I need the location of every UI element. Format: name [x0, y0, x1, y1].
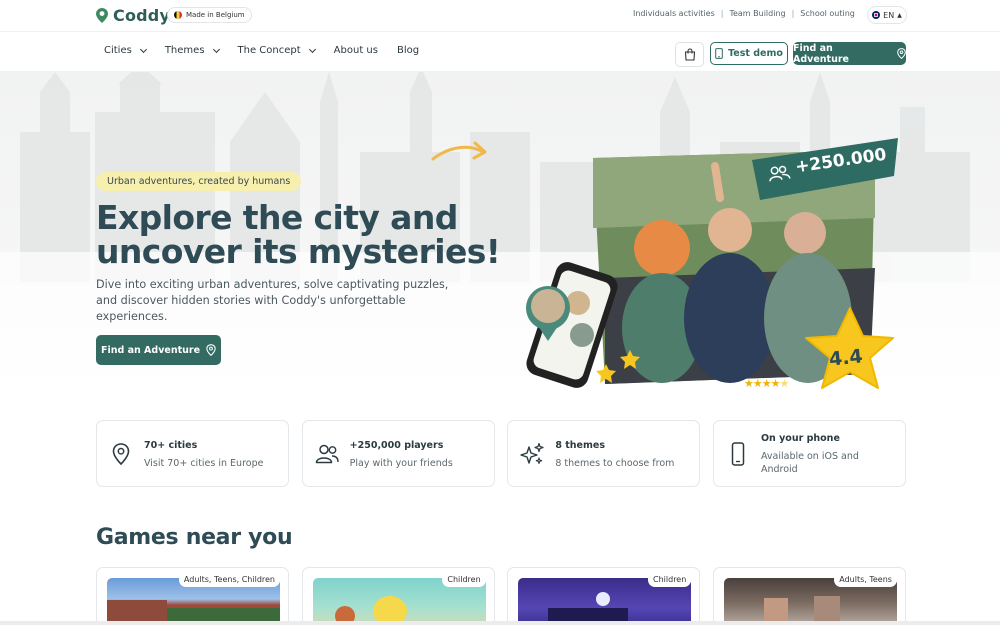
language-label: EN: [883, 10, 895, 20]
find-adventure-nav-button[interactable]: Find an Adventure: [793, 42, 906, 65]
chevron-down-icon: [212, 45, 220, 53]
location-pin-icon: [897, 48, 906, 59]
game-card[interactable]: Adults, Teens: [712, 567, 906, 625]
separator: |: [720, 9, 724, 18]
test-demo-button[interactable]: Test demo: [710, 42, 788, 65]
audience-tag: Adults, Teens: [834, 572, 897, 587]
page-bottom-edge: [0, 621, 1000, 625]
star-icon: ★: [752, 377, 763, 390]
hero-title-line2: uncover its mysteries!: [96, 232, 501, 271]
nav-item-cities[interactable]: Cities: [104, 45, 147, 56]
made-in-label: Made in Belgium: [186, 11, 245, 19]
find-adventure-hero-button[interactable]: Find an Adventure: [96, 335, 221, 365]
hero-subtitle: Dive into exciting urban adventures, sol…: [96, 278, 449, 323]
star-icon: ★: [744, 377, 754, 390]
feature-desc: 8 themes to choose from: [555, 458, 675, 469]
game-card[interactable]: Adults, Teens, Children: [96, 567, 289, 625]
location-pin-icon: [112, 443, 130, 466]
belgium-flag-icon: [174, 11, 182, 19]
toplink-school-outing[interactable]: School outing: [800, 9, 855, 18]
star-icon: ★: [770, 377, 781, 390]
test-demo-label: Test demo: [728, 48, 783, 59]
hero-cta-label: Find an Adventure: [100, 344, 201, 356]
audience-tag: Adults, Teens, Children: [178, 572, 280, 587]
audience-tag: Children: [442, 572, 486, 587]
location-pin-icon: [206, 344, 216, 356]
feature-card-themes: 8 themes 8 themes to choose from: [507, 420, 701, 487]
nav-item-label: Blog: [396, 45, 420, 56]
uk-flag-icon: [872, 11, 881, 19]
coddy-logo[interactable]: Coddy: [96, 5, 170, 25]
star-icon: ★: [761, 377, 772, 390]
game-card[interactable]: Children: [507, 567, 701, 625]
nav-item-label: Themes: [164, 45, 205, 56]
toplink-individuals[interactable]: Individuals activities: [633, 9, 715, 18]
phone-icon: [715, 48, 723, 59]
hero-tagline: Urban adventures, created by humans: [96, 172, 302, 191]
feature-title: 8 themes: [555, 440, 605, 451]
hero-section: +250.000 4.4 ★★★★★ Urban adventures, cre…: [0, 72, 1000, 412]
nav-item-label: Cities: [104, 45, 132, 56]
hero-title-line1: Explore the city and: [96, 198, 458, 237]
games-list: Adults, Teens, Children Children Childre…: [96, 567, 906, 625]
logo-pin-icon: [96, 7, 108, 23]
cart-button[interactable]: [675, 42, 704, 67]
rating-stars: ★★★★★: [744, 377, 790, 390]
rating-value: 4.4: [827, 345, 864, 371]
shopping-bag-icon: [684, 48, 695, 61]
feature-desc: Available on iOS and Android: [760, 451, 859, 475]
feature-cards: 70+ cities Visit 70+ cities in Europe +2…: [96, 420, 906, 487]
chevron-down-icon: [308, 45, 316, 53]
chevron-down-icon: [139, 45, 147, 53]
feature-card-players: +250,000 players Play with your friends: [301, 420, 495, 487]
nav-item-concept[interactable]: The Concept: [237, 45, 316, 56]
users-icon: [315, 444, 339, 464]
nav-item-blog[interactable]: Blog: [397, 45, 419, 56]
chevron-up-icon: ▲: [897, 11, 902, 19]
users-icon: [769, 165, 791, 182]
nav-item-themes[interactable]: Themes: [164, 45, 220, 56]
nav-items: Cities Themes The Concept About us Blog: [104, 45, 438, 56]
top-links: Individuals activities | Team Building |…: [633, 9, 855, 18]
nav-item-about[interactable]: About us: [334, 45, 378, 56]
nav-item-label: The Concept: [237, 45, 301, 56]
feature-card-cities: 70+ cities Visit 70+ cities in Europe: [96, 420, 289, 487]
audience-tag: Children: [648, 572, 692, 587]
feature-card-phone: On your phone Available on iOS and Andro…: [712, 420, 906, 487]
phone-icon: [731, 442, 745, 466]
feature-title: On your phone: [760, 433, 840, 444]
game-card[interactable]: Children: [301, 567, 495, 625]
brand-name: Coddy: [113, 5, 171, 25]
hero-title: Explore the city and uncover its mysteri…: [96, 201, 516, 269]
feature-title: 70+ cities: [144, 440, 198, 451]
star-half-icon: ★: [779, 377, 790, 390]
toplink-team-building[interactable]: Team Building: [729, 9, 785, 18]
games-section-title: Games near you: [96, 525, 293, 550]
separator: |: [791, 9, 795, 18]
sparkles-icon: [520, 442, 544, 464]
feature-title: +250,000 players: [349, 440, 444, 451]
language-selector[interactable]: EN ▲: [867, 6, 907, 24]
main-nav: Cities Themes The Concept About us Blog …: [0, 31, 1000, 72]
nav-item-label: About us: [333, 45, 378, 56]
top-bar: Coddy Made in Belgium Individuals activi…: [0, 0, 1000, 31]
feature-desc: Play with your friends: [349, 458, 453, 469]
feature-desc: Visit 70+ cities in Europe: [144, 458, 264, 469]
made-in-belgium-badge: Made in Belgium: [167, 7, 252, 23]
find-adventure-label: Find an Adventure: [793, 42, 849, 65]
